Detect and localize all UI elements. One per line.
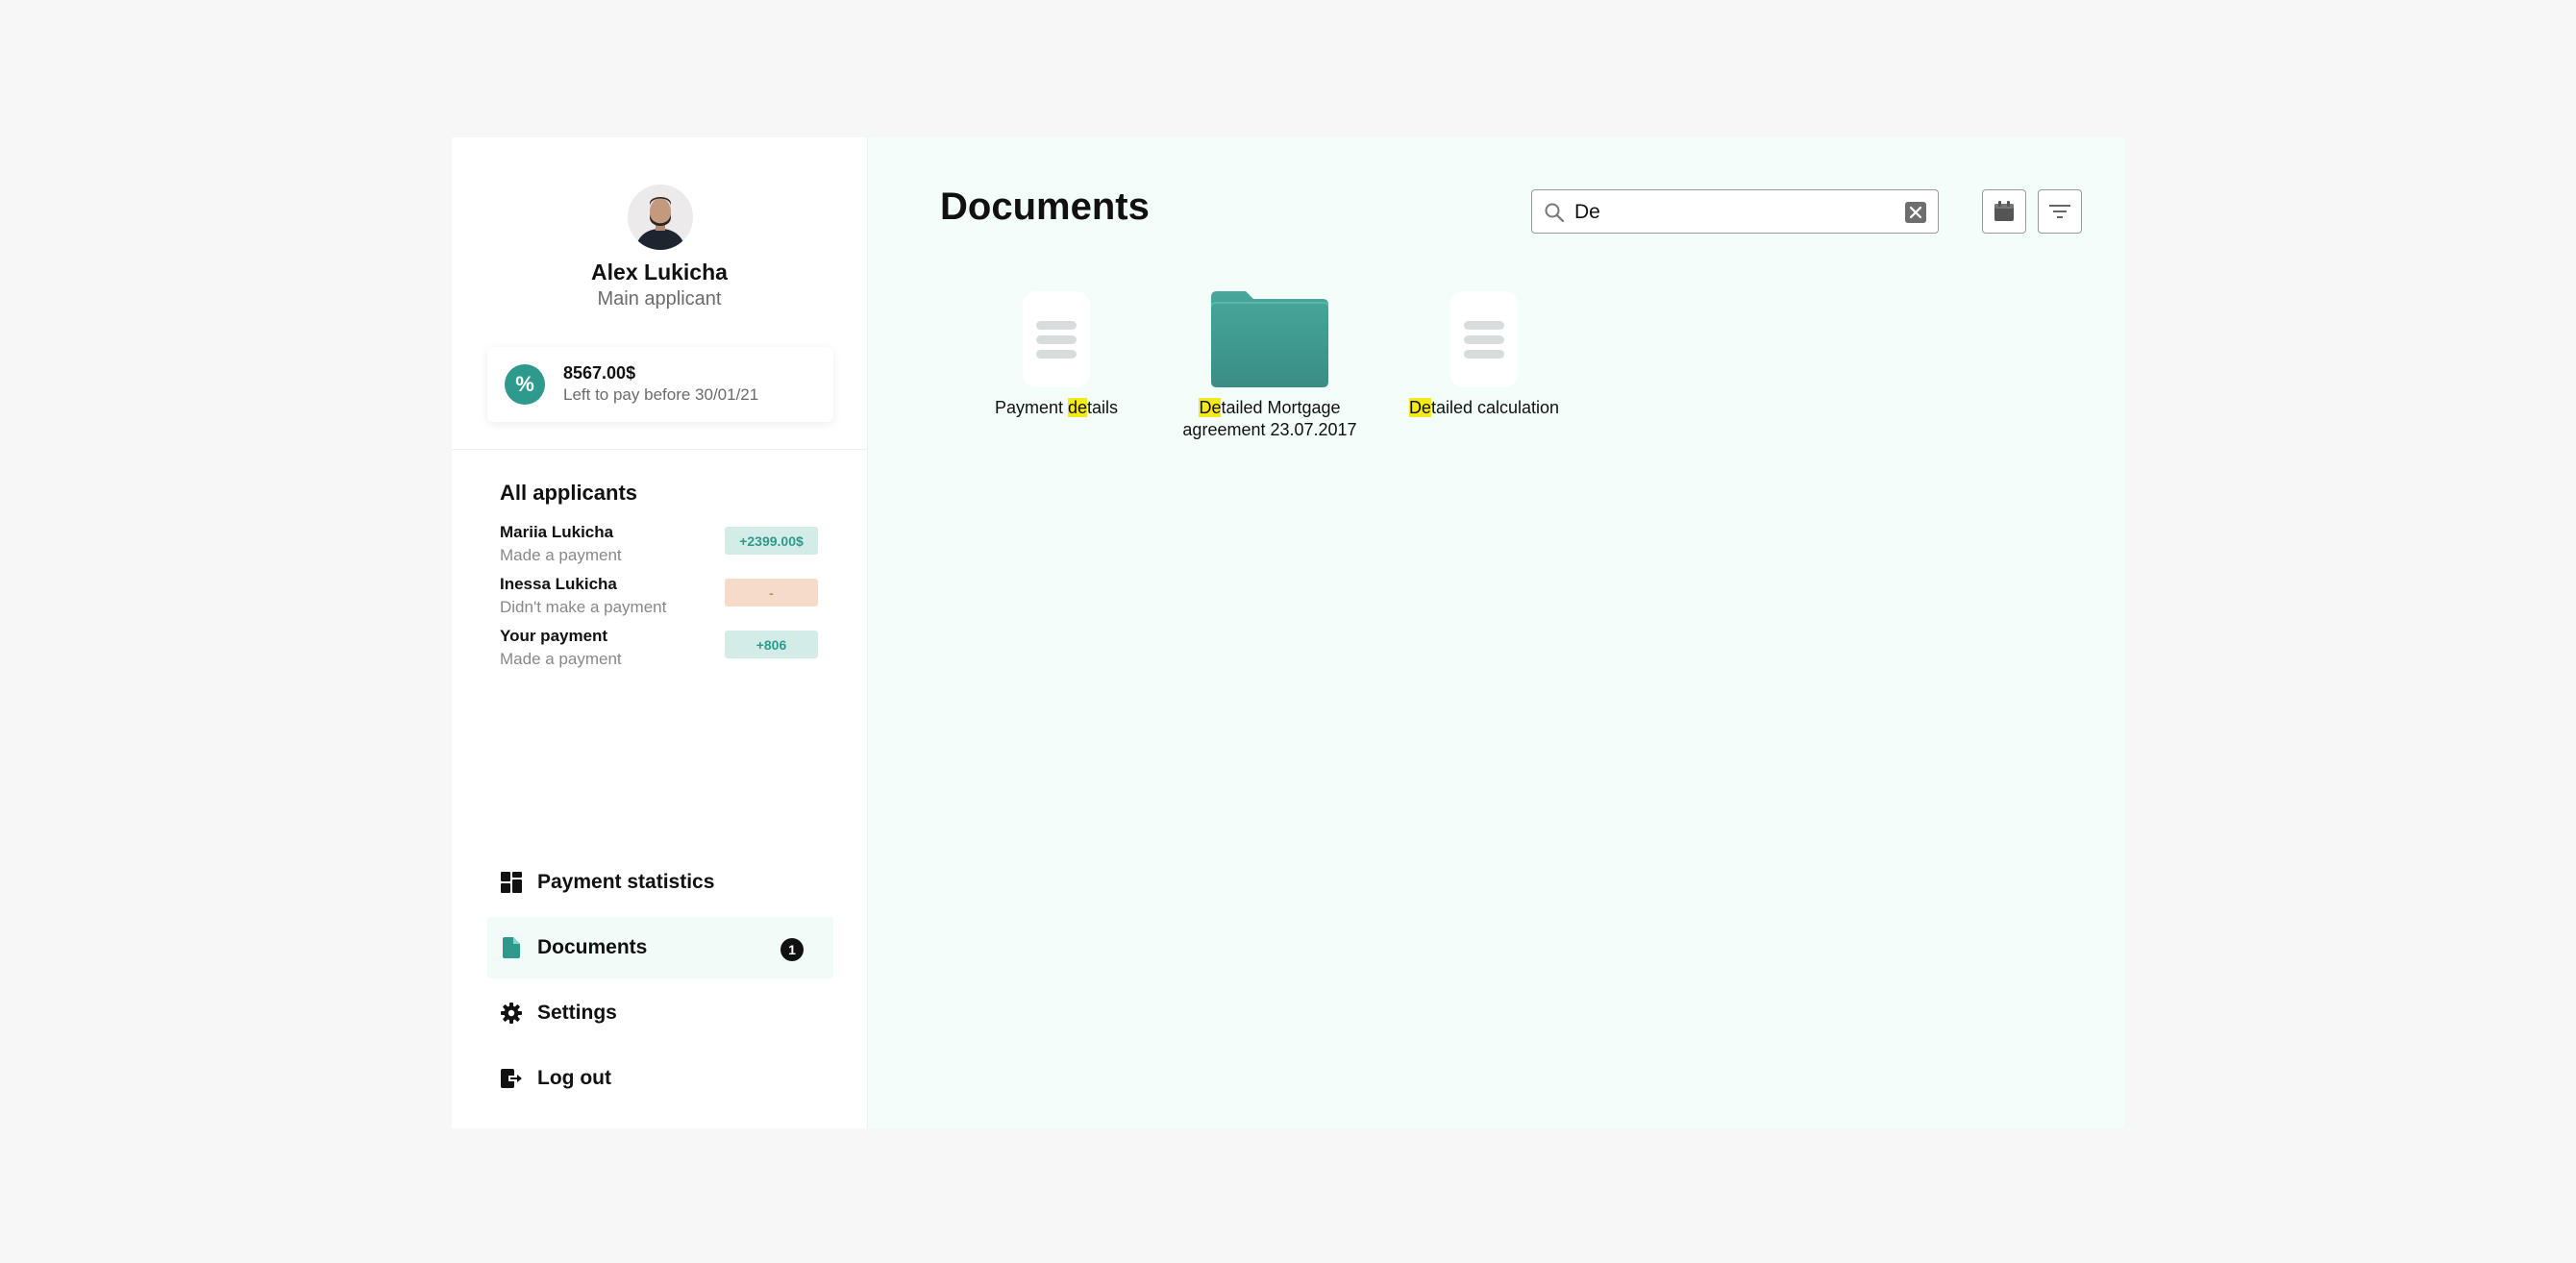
nav-item-documents[interactable]: Documents 1: [487, 917, 833, 978]
applicant-row: Inessa Lukicha Didn't make a payment -: [500, 575, 818, 619]
app-window: Alex Lukicha Main applicant % 8567.00$ L…: [452, 137, 2125, 1128]
document-name: Payment details: [994, 398, 1119, 417]
user-role: Main applicant: [597, 288, 722, 310]
divider: [452, 449, 867, 450]
applicant-status: Didn't make a payment: [500, 598, 667, 616]
amount-due-date: Left to pay before 30/01/21: [563, 385, 759, 404]
nav-item-payment-statistics[interactable]: Payment statistics: [487, 852, 833, 913]
applicant-status: Made a payment: [500, 546, 622, 564]
nav-item-label: Log out: [537, 1067, 611, 1089]
file-icon: [1450, 291, 1518, 387]
folder-icon: [1211, 291, 1328, 387]
calendar-button[interactable]: [1982, 189, 2026, 234]
applicant-name: Your payment: [500, 627, 608, 645]
folder-name: Detailed Mortgage agreement 23.07.2017: [1182, 398, 1357, 439]
dashboard-icon: [500, 871, 523, 894]
nav-item-logout[interactable]: Log out: [487, 1048, 833, 1109]
document-name: Detailed calculation: [1408, 398, 1560, 417]
avatar-image: [628, 185, 693, 250]
gear-icon: [500, 1002, 523, 1025]
nav-item-settings[interactable]: Settings: [487, 982, 833, 1044]
nav-item-label: Payment statistics: [537, 871, 715, 893]
sidebar: Alex Lukicha Main applicant % 8567.00$ L…: [452, 137, 868, 1128]
clear-search-button[interactable]: [1905, 202, 1926, 223]
percent-icon: %: [505, 364, 545, 405]
avatar[interactable]: [628, 185, 693, 250]
page-title: Documents: [940, 186, 1150, 228]
search-box[interactable]: [1531, 189, 1939, 234]
filter-icon: [2049, 205, 2070, 218]
payment-badge: +2399.00$: [725, 527, 818, 555]
amount-left: 8567.00$: [563, 363, 636, 383]
folder-item[interactable]: Detailed Mortgage agreement 23.07.2017: [1174, 291, 1366, 441]
nav-item-label: Settings: [537, 1002, 617, 1024]
search-input[interactable]: [1574, 198, 1892, 227]
calendar-icon: [1994, 201, 2014, 221]
applicant-row: Your payment Made a payment +806: [500, 627, 818, 671]
applicant-row: Mariia Lukicha Made a payment +2399.00$: [500, 523, 818, 567]
main-content: Documents Payment details Detailed: [868, 137, 2125, 1128]
applicant-name: Mariia Lukicha: [500, 523, 614, 541]
document-item[interactable]: Payment details: [960, 291, 1152, 419]
filter-button[interactable]: [2038, 189, 2082, 234]
payment-summary-card: %: [487, 347, 833, 422]
applicant-status: Made a payment: [500, 650, 622, 668]
payment-badge: -: [725, 579, 818, 607]
notification-count: 1: [780, 938, 804, 961]
search-icon: [1545, 203, 1565, 223]
payment-badge: +806: [725, 631, 818, 658]
nav-item-label: Documents: [537, 936, 648, 958]
document-item[interactable]: Detailed calculation: [1388, 291, 1580, 419]
applicants-title: All applicants: [500, 481, 638, 505]
close-icon: [1909, 206, 1922, 219]
file-icon: [1023, 291, 1090, 387]
applicant-name: Inessa Lukicha: [500, 575, 617, 593]
logout-icon: [500, 1067, 523, 1090]
document-icon: [500, 936, 523, 959]
user-name: Alex Lukicha: [591, 260, 728, 285]
